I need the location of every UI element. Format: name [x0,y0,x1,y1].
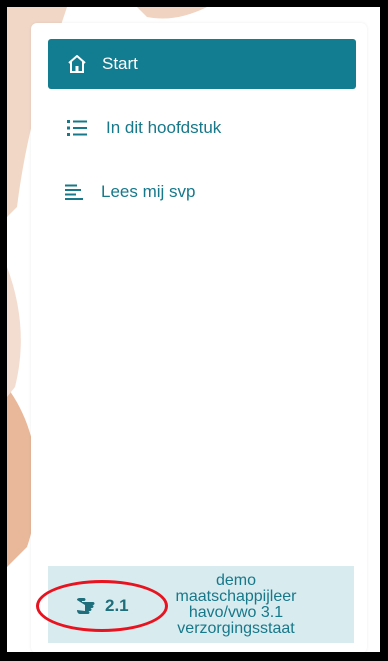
text-lines-icon [63,181,85,203]
page-hand-icon [74,596,95,616]
description-line: demo [215,571,257,589]
page-number: 2.1 [105,596,129,615]
description-line: havo/vwo 3.1 [188,603,284,621]
nav-item-label: Lees mij svp [101,182,196,201]
nav-item-label: In dit hoofdstuk [106,118,222,137]
current-page-footer[interactable]: 2.1 demo maatschappijleer havo/vwo 3.1 v… [48,566,354,643]
home-icon [66,53,88,75]
nav-item-lees-mij-svp[interactable]: Lees mij svp [48,167,356,217]
navigation-panel: Start In dit hoofdstuk Lees mij svp 2.1 … [31,23,367,652]
nav-item-in-dit-hoofdstuk[interactable]: In dit hoofdstuk [48,103,356,153]
app-window: Start In dit hoofdstuk Lees mij svp 2.1 … [7,7,380,652]
list-icon [66,117,88,139]
nav-item-start[interactable]: Start [48,39,356,89]
chapter-description: demo maatschappijleer havo/vwo 3.1 verzo… [156,566,316,643]
description-line: maatschappijleer [175,587,297,605]
description-line: verzorgingsstaat [177,619,295,637]
nav-item-label: Start [102,54,138,73]
